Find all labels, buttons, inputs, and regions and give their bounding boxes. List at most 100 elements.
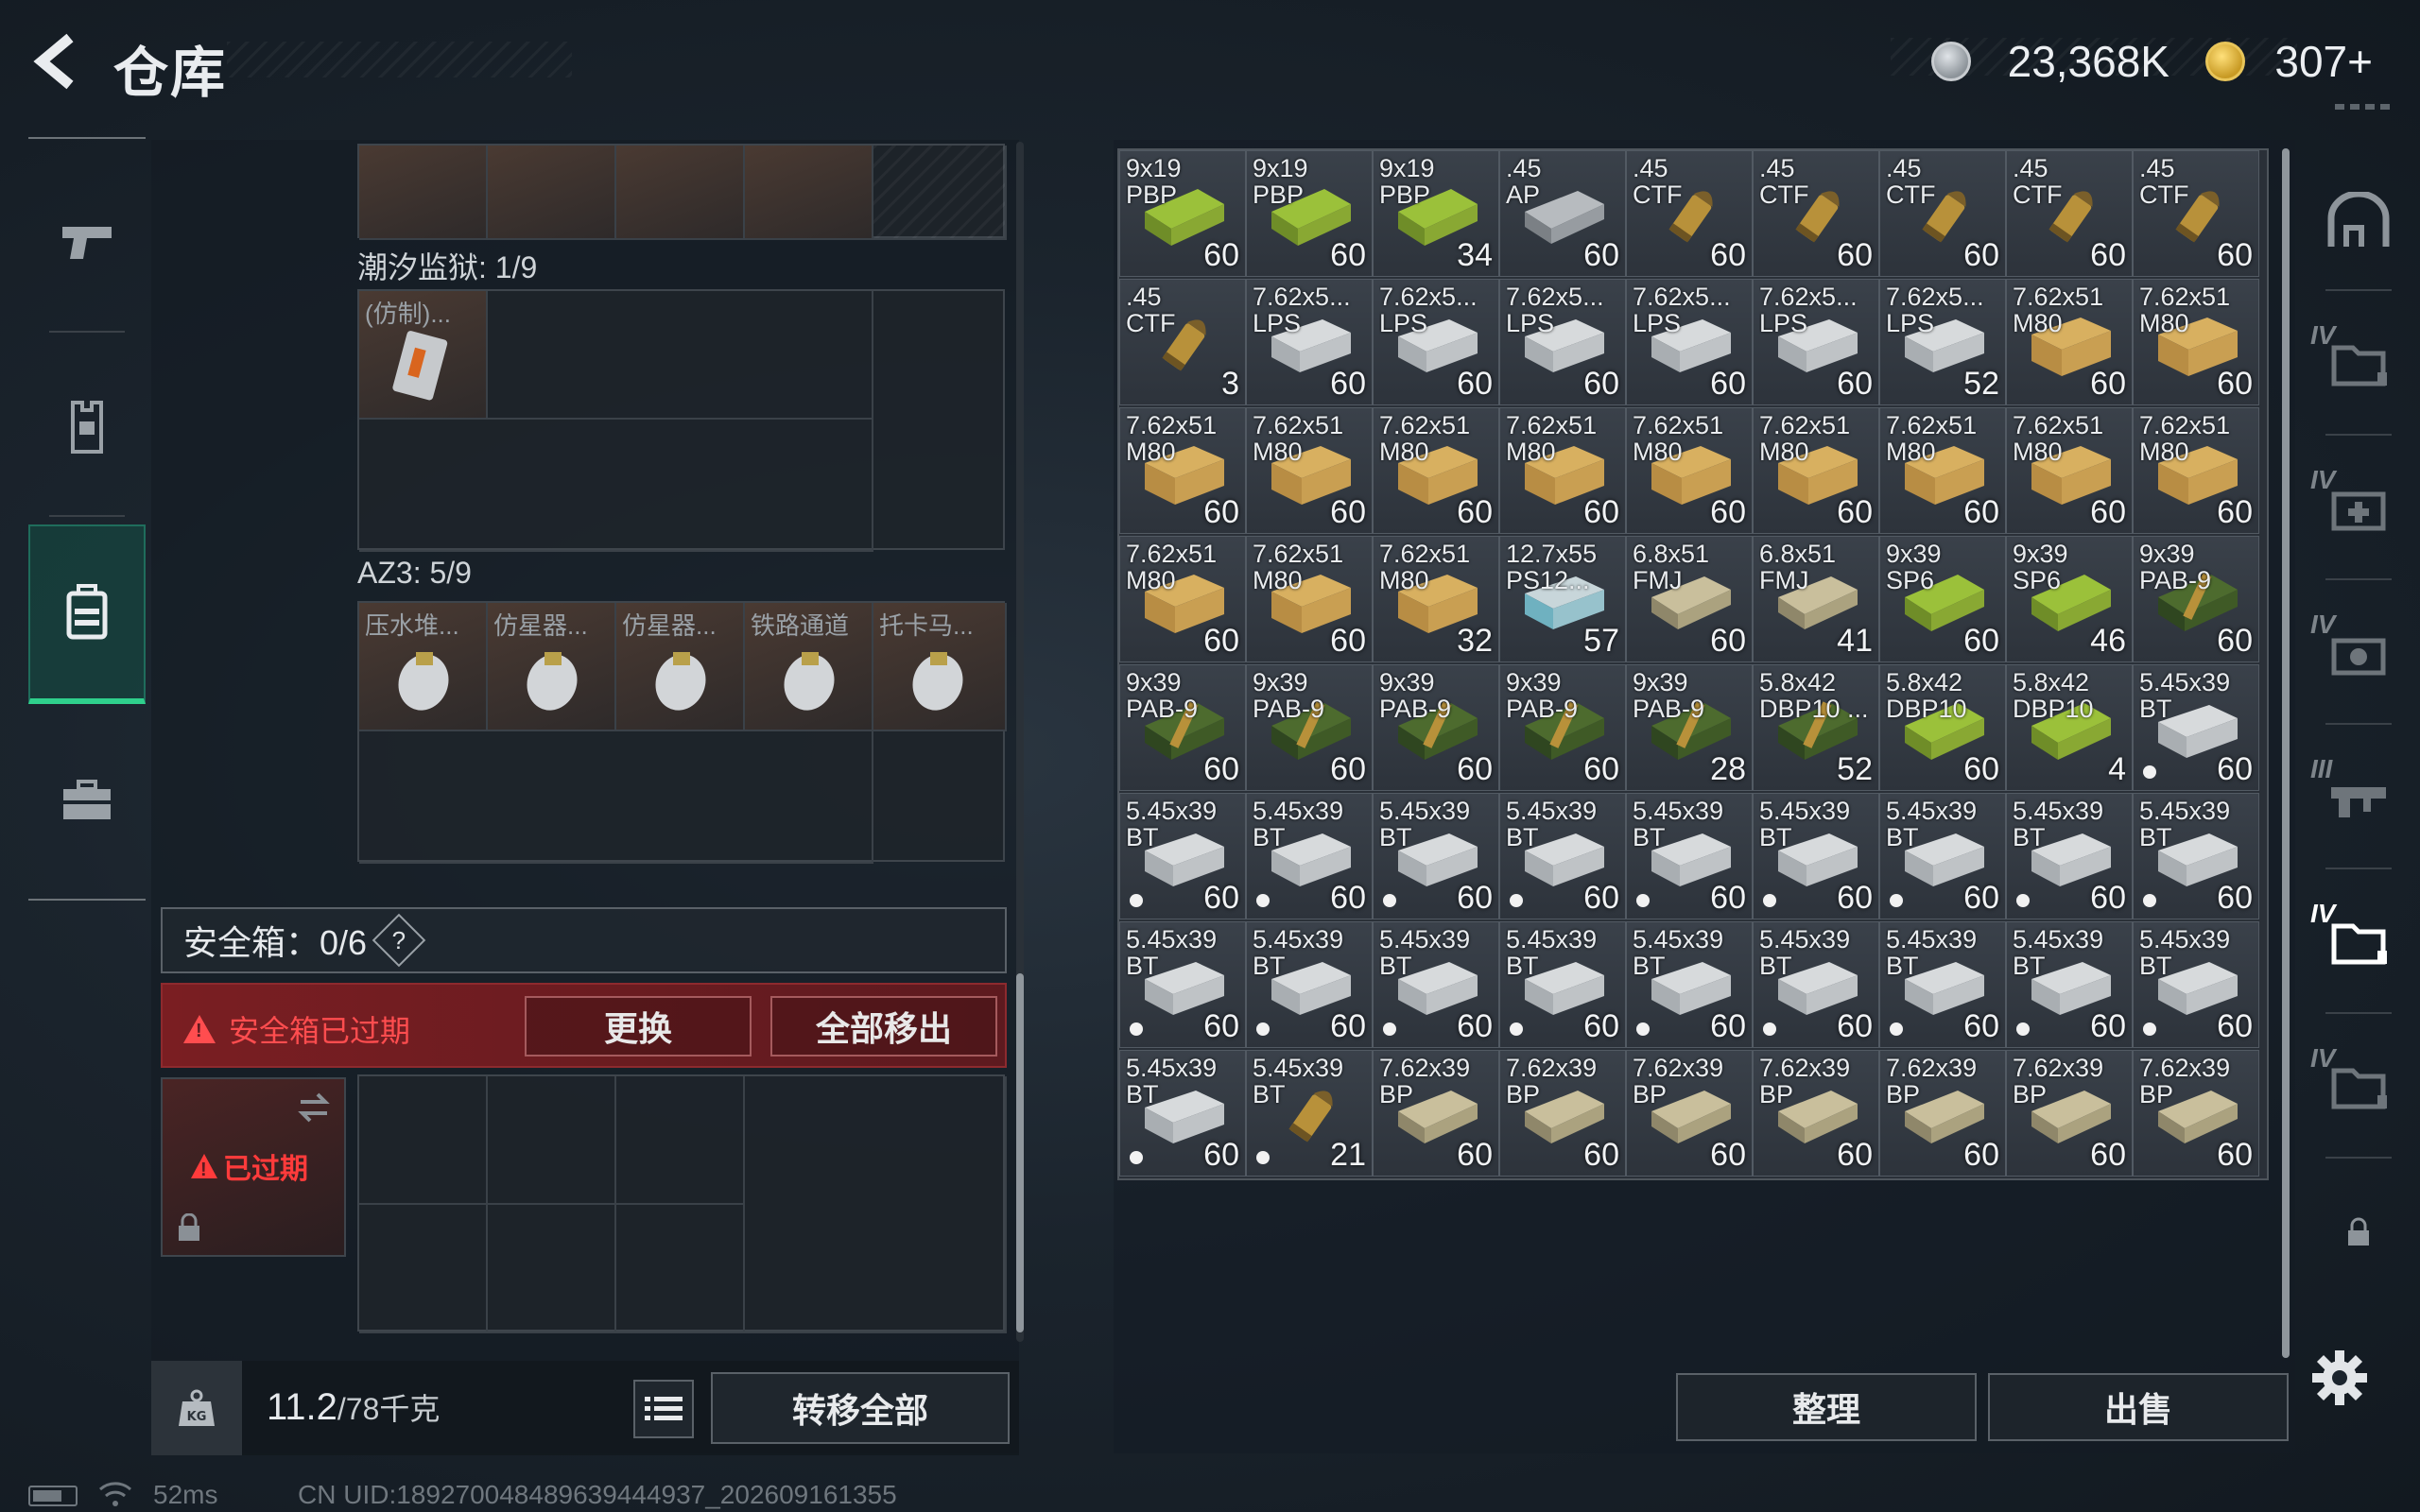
- stash-slot[interactable]: 9x19 PBP 60: [1119, 150, 1246, 277]
- nav-backpack[interactable]: [28, 524, 146, 704]
- stash-slot[interactable]: 7.62x39 BP 60: [2006, 1050, 2133, 1177]
- back-button[interactable]: [26, 28, 93, 94]
- nav-case[interactable]: [28, 711, 146, 890]
- stash-slot[interactable]: 5.45x39 BT 60: [1626, 793, 1753, 919]
- stash-slot[interactable]: .45 CTF 60: [2133, 150, 2259, 277]
- stash-slot[interactable]: 5.45x39 BT 60: [1499, 921, 1626, 1048]
- stash-slot[interactable]: 5.45x39 BT 60: [2133, 793, 2259, 919]
- grid-cell-empty[interactable]: [359, 420, 873, 552]
- stash-slot[interactable]: 7.62x51 M80 60: [1119, 536, 1246, 662]
- replace-button[interactable]: 更换: [525, 996, 752, 1057]
- nav-weapon[interactable]: [28, 153, 146, 333]
- stash-slot[interactable]: 7.62x51 M80 60: [1626, 407, 1753, 534]
- grid-cell-empty[interactable]: [616, 1076, 745, 1205]
- stash-slot[interactable]: 7.62x5... LPS 52: [1879, 279, 2006, 405]
- stash-slot[interactable]: 5.45x39 BT 60: [1499, 793, 1626, 919]
- grid-item[interactable]: 仿星器...: [616, 603, 745, 731]
- stash-slot[interactable]: 7.62x39 BP 60: [2133, 1050, 2259, 1177]
- stash-slot[interactable]: 7.62x51 M80 32: [1373, 536, 1499, 662]
- nav-tier-iii-gun[interactable]: III: [2307, 728, 2411, 869]
- sort-button[interactable]: 整理: [1676, 1373, 1977, 1441]
- stash-slot[interactable]: 7.62x51 M80 60: [2133, 407, 2259, 534]
- stash-slot[interactable]: 5.45x39 BT 60: [1626, 921, 1753, 1048]
- stash-slot[interactable]: 7.62x51 M80 60: [1879, 407, 2006, 534]
- left-scrollbar[interactable]: [1016, 142, 1024, 1342]
- grid-item[interactable]: [745, 146, 873, 240]
- stash-slot[interactable]: .45 CTF 60: [1753, 150, 1879, 277]
- stash-slot[interactable]: 7.62x51 M80 60: [1499, 407, 1626, 534]
- stash-slot[interactable]: 5.8x42 DBP10 60: [1879, 664, 2006, 791]
- stash-slot[interactable]: 9x39 SP6 60: [1879, 536, 2006, 662]
- stash-slot[interactable]: 5.45x39 BT 60: [2006, 793, 2133, 919]
- stash-slot[interactable]: 9x39 PAB-9 60: [2133, 536, 2259, 662]
- settings-button[interactable]: [2308, 1347, 2371, 1409]
- stash-slot[interactable]: 7.62x5... LPS 60: [1499, 279, 1626, 405]
- stash-slot[interactable]: 9x39 SP6 46: [2006, 536, 2133, 662]
- stash-slot[interactable]: 7.62x51 M80 60: [2006, 279, 2133, 405]
- grid-cell-empty[interactable]: [873, 146, 1007, 240]
- stash-slot[interactable]: 7.62x51 M80 60: [2006, 407, 2133, 534]
- stash-slot[interactable]: 5.45x39 BT 60: [1119, 1050, 1246, 1177]
- nav-tier-iv-folder[interactable]: IV: [2307, 294, 2411, 436]
- stash-slot[interactable]: 9x39 PAB-9 60: [1246, 664, 1373, 791]
- stash-slot[interactable]: 12.7x55 PS12... 57: [1499, 536, 1626, 662]
- stash-slot[interactable]: 5.45x39 BT 60: [1373, 793, 1499, 919]
- safe-box-slot[interactable]: 已过期: [161, 1077, 346, 1257]
- stash-slot[interactable]: 9x39 PAB-9 28: [1626, 664, 1753, 791]
- stash-slot[interactable]: 5.45x39 BT 60: [1119, 793, 1246, 919]
- stash-slot[interactable]: 5.45x39 BT 60: [2006, 921, 2133, 1048]
- grid-item[interactable]: 托卡马...: [873, 603, 1007, 731]
- stash-slot[interactable]: 5.45x39 BT 60: [1879, 793, 2006, 919]
- nav-armor[interactable]: [28, 337, 146, 517]
- stash-slot[interactable]: 5.45x39 BT 60: [1119, 921, 1246, 1048]
- nav-tier-iv-folder-active[interactable]: IV: [2307, 872, 2411, 1014]
- stash-slot[interactable]: 6.8x51 FMJ 60: [1626, 536, 1753, 662]
- list-view-button[interactable]: [633, 1380, 694, 1438]
- stash-slot[interactable]: 7.62x5... LPS 60: [1246, 279, 1373, 405]
- stash-slot[interactable]: 7.62x39 BP 60: [1879, 1050, 2006, 1177]
- stash-scrollbar-thumb[interactable]: [2282, 148, 2290, 1358]
- stash-slot[interactable]: 5.45x39 BT 60: [1879, 921, 2006, 1048]
- nav-tier-iv-folder-2[interactable]: IV: [2307, 1017, 2411, 1159]
- grid-item[interactable]: [488, 146, 616, 240]
- stash-slot[interactable]: 7.62x51 M80 60: [2133, 279, 2259, 405]
- grid-cell-empty[interactable]: [359, 731, 873, 864]
- stash-slot[interactable]: 5.45x39 BT 60: [1246, 793, 1373, 919]
- stash-slot[interactable]: 5.45x39 BT 60: [1753, 921, 1879, 1048]
- stash-scrollbar[interactable]: [2282, 148, 2290, 1358]
- stash-slot[interactable]: 5.45x39 BT 60: [2133, 664, 2259, 791]
- stash-slot[interactable]: 5.45x39 BT 60: [1373, 921, 1499, 1048]
- stash-slot[interactable]: 5.45x39 BT 21: [1246, 1050, 1373, 1177]
- grid-cell-empty[interactable]: [488, 1205, 616, 1333]
- stash-slot[interactable]: 9x19 PBP 60: [1246, 150, 1373, 277]
- stash-slot[interactable]: 6.8x51 FMJ 41: [1753, 536, 1879, 662]
- stash-slot[interactable]: 9x39 PAB-9 60: [1373, 664, 1499, 791]
- stash-slot[interactable]: 5.45x39 BT 60: [1246, 921, 1373, 1048]
- transfer-all-button[interactable]: 转移全部: [711, 1372, 1010, 1444]
- stash-slot[interactable]: 7.62x5... LPS 60: [1626, 279, 1753, 405]
- grid-cell-empty[interactable]: [359, 1076, 488, 1205]
- grid-item[interactable]: 铁路通道: [745, 603, 873, 731]
- stash-slot[interactable]: .45 CTF 3: [1119, 279, 1246, 405]
- stash-slot[interactable]: 5.45x39 BT 60: [2133, 921, 2259, 1048]
- nav-stash-home[interactable]: [2307, 149, 2411, 291]
- grid-cell-empty[interactable]: [488, 1076, 616, 1205]
- stash-slot[interactable]: 7.62x51 M80 60: [1753, 407, 1879, 534]
- stash-slot[interactable]: 7.62x5... LPS 60: [1753, 279, 1879, 405]
- grid-cell-empty[interactable]: [745, 1076, 1007, 1333]
- nav-lock[interactable]: [2307, 1161, 2411, 1303]
- stash-slot[interactable]: 7.62x51 M80 60: [1373, 407, 1499, 534]
- stash-slot[interactable]: 7.62x51 M80 60: [1246, 536, 1373, 662]
- stash-slot[interactable]: 9x39 PAB-9 60: [1119, 664, 1246, 791]
- stash-slot[interactable]: 7.62x39 BP 60: [1499, 1050, 1626, 1177]
- grid-item[interactable]: [616, 146, 745, 240]
- nav-tier-iv-camera[interactable]: IV: [2307, 583, 2411, 725]
- stash-slot[interactable]: 7.62x5... LPS 60: [1373, 279, 1499, 405]
- stash-slot[interactable]: 5.45x39 BT 60: [1753, 793, 1879, 919]
- stash-slot[interactable]: .45 AP 60: [1499, 150, 1626, 277]
- grid-item[interactable]: 压水堆...: [359, 603, 488, 731]
- help-icon[interactable]: ?: [372, 913, 426, 968]
- stash-slot[interactable]: 7.62x39 BP 60: [1373, 1050, 1499, 1177]
- stash-slot[interactable]: 9x39 PAB-9 60: [1499, 664, 1626, 791]
- grid-item[interactable]: (仿制)...: [359, 291, 488, 420]
